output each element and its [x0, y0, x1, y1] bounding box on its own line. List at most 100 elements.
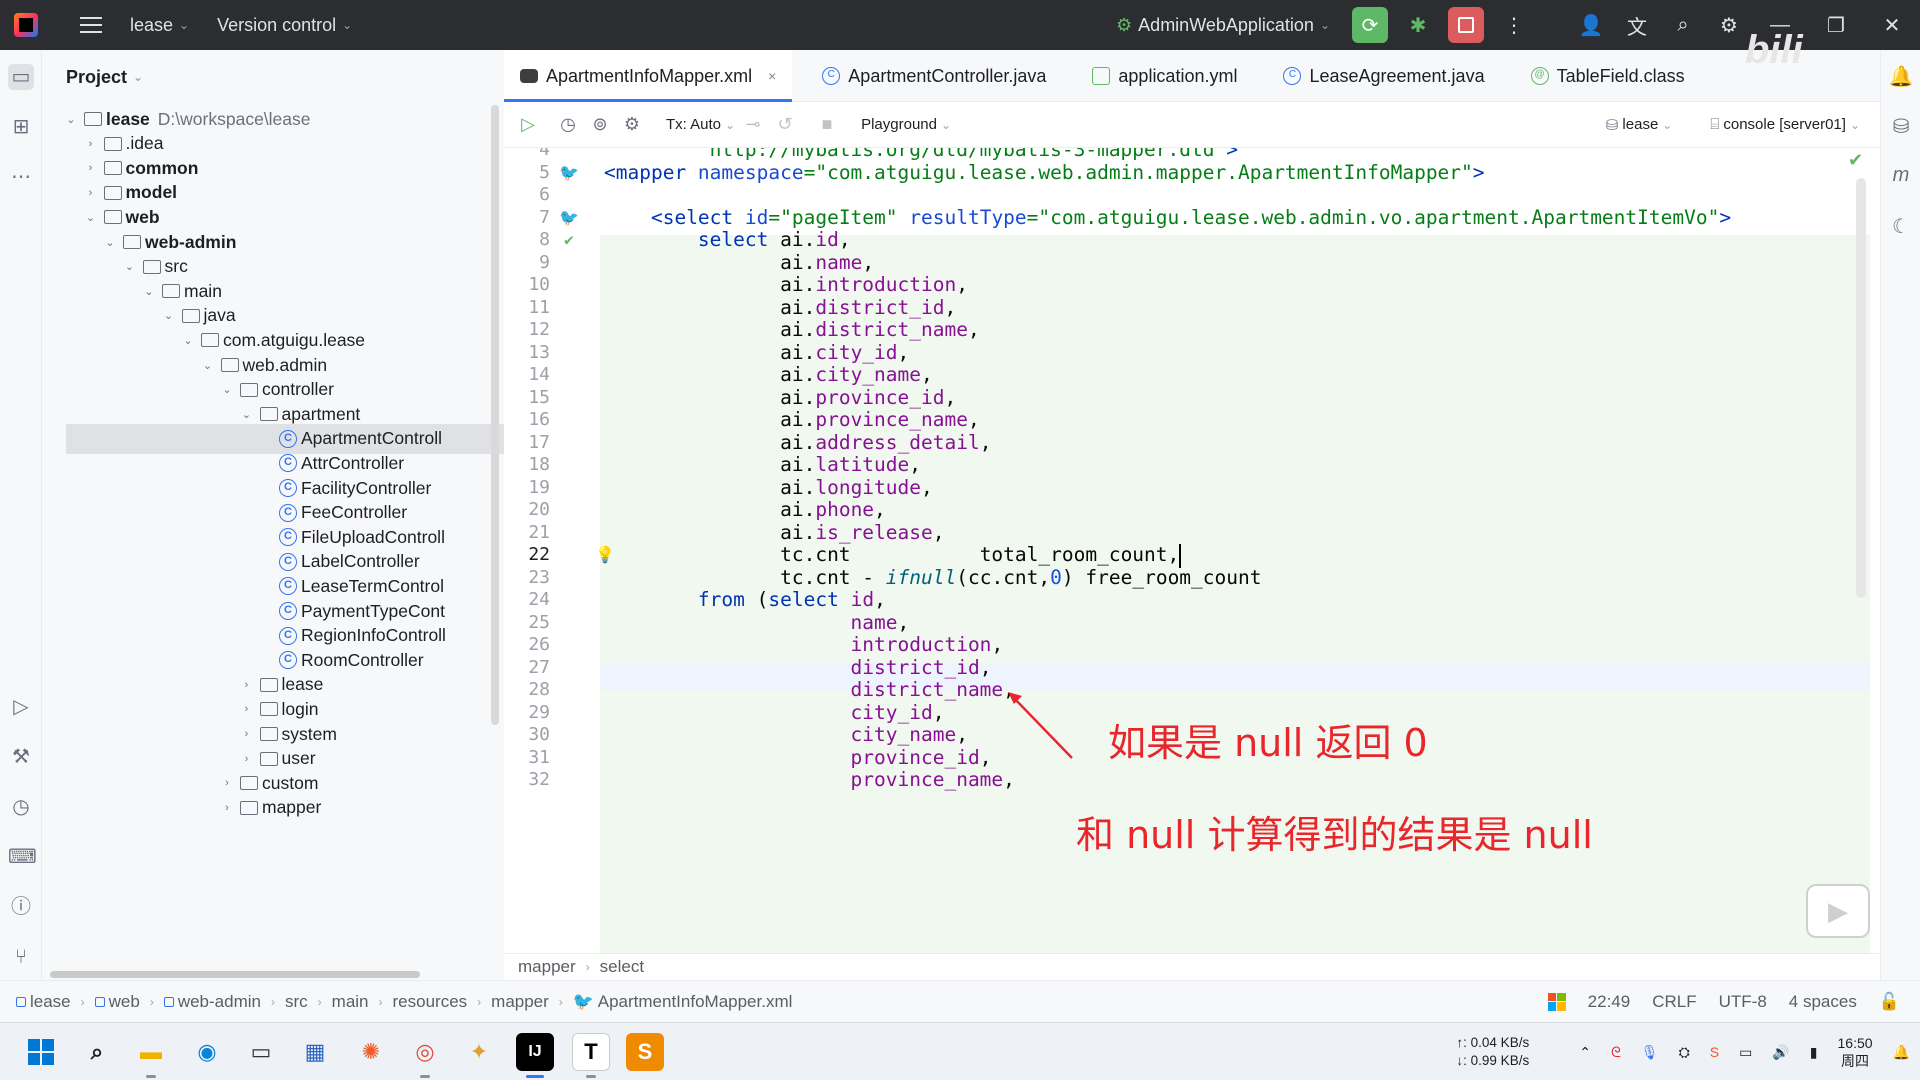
- battery-icon[interactable]: ▮: [1810, 1044, 1818, 1061]
- playground-dropdown[interactable]: Playground ⌄: [861, 116, 951, 133]
- restore-window-icon[interactable]: ❐: [1808, 13, 1864, 38]
- caret-position[interactable]: 22:49: [1588, 992, 1631, 1012]
- sogou-icon[interactable]: S: [1710, 1044, 1719, 1060]
- close-tab-icon[interactable]: ×: [768, 68, 776, 84]
- main-menu-icon[interactable]: [80, 17, 102, 33]
- app-tray-icon[interactable]: ᘓ: [1611, 1044, 1621, 1061]
- chevron-right-icon[interactable]: ›: [218, 802, 236, 814]
- transaction-mode-dropdown[interactable]: Tx: Auto ⌄: [666, 116, 735, 133]
- project-scrollbar[interactable]: [491, 50, 499, 980]
- chevron-right-icon[interactable]: ›: [238, 753, 256, 765]
- chevron-down-icon[interactable]: ⌄: [140, 285, 158, 298]
- check-icon[interactable]: ✔: [558, 230, 580, 250]
- datasource-dropdown[interactable]: ⛁ lease ⌄: [1606, 116, 1673, 134]
- problems-icon[interactable]: ⓘ: [8, 894, 34, 920]
- mybatis-navigate-icon[interactable]: 🐦: [558, 163, 580, 183]
- stop-square-icon[interactable]: ■: [813, 114, 841, 135]
- chevron-right-icon[interactable]: ›: [82, 162, 100, 174]
- mybatis-navigate-icon[interactable]: 🐦: [558, 208, 580, 228]
- file-explorer-icon[interactable]: ▬: [132, 1033, 170, 1071]
- volume-icon[interactable]: 🔊: [1772, 1044, 1789, 1061]
- notification-bell-icon[interactable]: 🔔: [1893, 1044, 1910, 1061]
- maven-icon[interactable]: m: [1888, 164, 1914, 187]
- video-play-overlay-icon[interactable]: ▶: [1806, 884, 1870, 938]
- breadcrumb-item[interactable]: 🐦 ApartmentInfoMapper.xml: [573, 992, 793, 1012]
- chevron-right-icon[interactable]: ›: [82, 138, 100, 150]
- chevron-down-icon[interactable]: ⌄: [160, 309, 178, 322]
- ubuntu-icon[interactable]: ✺: [352, 1033, 390, 1071]
- project-horizontal-scrollbar[interactable]: [50, 971, 420, 978]
- breadcrumb-item[interactable]: web-admin: [163, 992, 261, 1012]
- vcs-menu[interactable]: Version control ⌄: [217, 15, 352, 36]
- console-dropdown[interactable]: ⌸ console [server01] ⌄: [1710, 116, 1860, 133]
- translate-icon[interactable]: 文: [1614, 11, 1660, 40]
- editor-breadcrumb-item[interactable]: mapper: [518, 957, 576, 977]
- tree-folder-item[interactable]: › mapper: [42, 793, 504, 823]
- microphone-icon[interactable]: 🎙: [1641, 1044, 1659, 1061]
- chevron-right-icon[interactable]: ›: [238, 679, 256, 691]
- terminal-app-icon[interactable]: ▭: [242, 1033, 280, 1071]
- settings-gear-icon[interactable]: ⚙: [618, 114, 646, 135]
- editor-breadcrumb-item[interactable]: select: [600, 957, 644, 977]
- debug-button[interactable]: ✱: [1400, 7, 1436, 43]
- breadcrumb-item[interactable]: resources: [393, 992, 468, 1012]
- chevron-down-icon[interactable]: ⌄: [82, 211, 100, 224]
- chevron-right-icon[interactable]: ›: [238, 703, 256, 715]
- chevron-down-icon[interactable]: ⌄: [121, 260, 139, 273]
- chevron-right-icon[interactable]: ›: [238, 728, 256, 740]
- more-actions-icon[interactable]: ⋮: [1496, 7, 1532, 43]
- indent-setting[interactable]: 4 spaces: [1789, 992, 1857, 1012]
- sublime-icon[interactable]: S: [626, 1033, 664, 1071]
- read-only-lock-icon[interactable]: 🔓: [1879, 992, 1900, 1012]
- structure-icon[interactable]: ⊞: [8, 114, 34, 140]
- search-icon[interactable]: ⌕: [1660, 14, 1706, 37]
- run-configuration-selector[interactable]: ⚙ AdminWebApplication ⌄: [1116, 15, 1330, 36]
- stop-button[interactable]: [1448, 7, 1484, 43]
- chevron-down-icon[interactable]: ⌄: [199, 359, 217, 372]
- store-icon[interactable]: ▦: [296, 1033, 334, 1071]
- project-tool-folder-icon[interactable]: ▭: [8, 64, 34, 90]
- chevron-right-icon[interactable]: ›: [82, 187, 100, 199]
- code-editor[interactable]: 4 "http://mybatis.org/dtd/mybatis-3-mapp…: [504, 148, 1880, 953]
- breadcrumb-item[interactable]: web: [94, 992, 140, 1012]
- editor-tab[interactable]: application.yml: [1076, 50, 1253, 102]
- editor-tab[interactable]: C ApartmentController.java: [806, 50, 1062, 102]
- chevron-down-icon[interactable]: ⌄: [238, 408, 256, 421]
- chevron-down-icon[interactable]: ⌄: [101, 236, 119, 249]
- search-icon[interactable]: ⌕: [78, 1033, 116, 1071]
- close-window-icon[interactable]: ✕: [1864, 13, 1920, 38]
- clock[interactable]: 16:50 周四: [1838, 1034, 1873, 1070]
- git-branch-icon[interactable]: ⑂: [8, 944, 34, 970]
- add-user-icon[interactable]: 👤: [1568, 13, 1614, 38]
- chevron-down-icon[interactable]: ⌄: [179, 334, 197, 347]
- inspection-ok-icon[interactable]: ✔: [1848, 150, 1863, 171]
- ai-assistant-icon[interactable]: ☾: [1888, 214, 1914, 239]
- breadcrumb-item[interactable]: main: [332, 992, 369, 1012]
- editor-scrollbar[interactable]: [1856, 178, 1866, 598]
- terminal-icon[interactable]: ⌨: [8, 844, 37, 870]
- git-kraken-icon[interactable]: ✦: [460, 1033, 498, 1071]
- intellij-logo-icon[interactable]: [14, 13, 38, 37]
- editor-tab[interactable]: C LeaseAgreement.java: [1267, 50, 1500, 102]
- file-encoding[interactable]: UTF-8: [1719, 992, 1767, 1012]
- services-icon[interactable]: ◷: [8, 794, 34, 820]
- chevron-down-icon[interactable]: ⌄: [62, 113, 80, 126]
- explain-plan-icon[interactable]: ⊚: [586, 114, 614, 135]
- code-line[interactable]: 32 province_name,: [504, 766, 1880, 794]
- chevron-right-icon[interactable]: ›: [218, 777, 236, 789]
- editor-tab[interactable]: ApartmentInfoMapper.xml ×: [504, 50, 793, 102]
- history-icon[interactable]: ◷: [554, 114, 582, 135]
- chevron-down-icon[interactable]: ⌄: [218, 383, 236, 396]
- commit-icon[interactable]: ⊸: [739, 114, 767, 135]
- rollback-icon[interactable]: ↺: [771, 114, 799, 135]
- windows-start-icon[interactable]: [22, 1033, 60, 1071]
- intellij-taskbar-icon[interactable]: IJ: [516, 1033, 554, 1071]
- breadcrumb-item[interactable]: src: [285, 992, 308, 1012]
- editor-tab[interactable]: @ TableField.class: [1515, 50, 1701, 102]
- notifications-bell-icon[interactable]: 🔔: [1888, 64, 1914, 89]
- execute-play-icon[interactable]: ▷: [514, 114, 542, 135]
- edge-browser-icon[interactable]: ◉: [188, 1033, 226, 1071]
- input-method-icon[interactable]: ⛭: [1679, 1044, 1690, 1061]
- chrome-icon[interactable]: ◎: [406, 1033, 444, 1071]
- typora-icon[interactable]: T: [572, 1033, 610, 1071]
